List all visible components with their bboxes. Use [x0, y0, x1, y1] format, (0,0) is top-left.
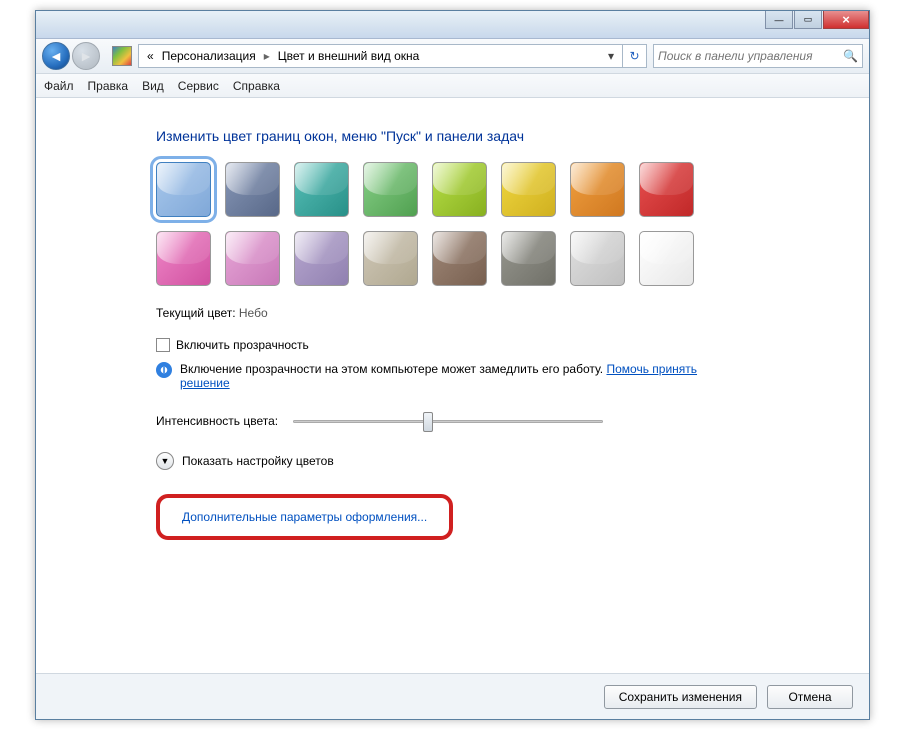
expand-button[interactable]: ▼	[156, 452, 174, 470]
breadcrumb-color[interactable]: Цвет и внешний вид окна	[274, 49, 424, 63]
navbar: ◄ ► « Персонализация ▸ Цвет и внешний ви…	[36, 39, 869, 74]
color-swatch-sea[interactable]	[294, 162, 349, 217]
forward-button[interactable]: ►	[72, 42, 100, 70]
color-swatch-snow[interactable]	[639, 231, 694, 286]
minimize-button[interactable]: —	[765, 11, 793, 29]
search-icon[interactable]: 🔍	[843, 49, 858, 63]
transparency-label: Включить прозрачность	[176, 338, 309, 352]
color-swatch-ruby[interactable]	[639, 162, 694, 217]
menu-tools[interactable]: Сервис	[178, 79, 219, 93]
cancel-button[interactable]: Отмена	[767, 685, 853, 709]
arrow-left-icon: ◄	[49, 48, 63, 64]
explorer-window: — ▭ × ◄ ► « Персонализация ▸ Цвет и внеш…	[35, 10, 870, 720]
menu-help[interactable]: Справка	[233, 79, 280, 93]
close-button[interactable]: ×	[823, 11, 869, 29]
color-swatch-lime[interactable]	[432, 162, 487, 217]
current-color-label: Текущий цвет:	[156, 306, 236, 320]
titlebar: — ▭ ×	[36, 11, 869, 39]
current-color-row: Текущий цвет: Небо	[156, 306, 869, 320]
color-swatch-sun[interactable]	[501, 162, 556, 217]
search-box[interactable]: 🔍	[653, 44, 863, 68]
color-swatch-slate[interactable]	[501, 231, 556, 286]
refresh-icon: ↻	[629, 49, 639, 63]
expand-label: Показать настройку цветов	[182, 454, 334, 468]
content-area: Изменить цвет границ окон, меню "Пуск" и…	[36, 98, 869, 540]
menu-edit[interactable]: Правка	[88, 79, 129, 93]
color-swatch-frost[interactable]	[570, 231, 625, 286]
breadcrumb-personalization[interactable]: Персонализация	[158, 49, 260, 63]
info-icon: i	[156, 362, 172, 378]
footer: Сохранить изменения Отмена	[36, 673, 869, 719]
breadcrumb-dropdown-icon[interactable]: ▾	[604, 49, 618, 63]
intensity-label: Интенсивность цвета:	[156, 414, 278, 428]
transparency-info-row: i Включение прозрачности на этом компьют…	[156, 362, 716, 390]
current-color-value: Небо	[239, 306, 268, 320]
color-swatch-fuchsia[interactable]	[156, 231, 211, 286]
slider-track	[293, 420, 603, 423]
menu-file[interactable]: Файл	[44, 79, 74, 93]
menubar: Файл Правка Вид Сервис Справка	[36, 74, 869, 98]
arrow-right-icon: ►	[79, 48, 93, 64]
transparency-checkbox[interactable]	[156, 338, 170, 352]
color-swatch-pumpkin[interactable]	[570, 162, 625, 217]
back-button[interactable]: ◄	[42, 42, 70, 70]
save-button[interactable]: Сохранить изменения	[604, 685, 757, 709]
slider-thumb[interactable]	[423, 412, 433, 432]
color-swatch-sky[interactable]	[156, 162, 211, 217]
transparency-info-text: Включение прозрачности на этом компьютер…	[180, 362, 603, 376]
page-title: Изменить цвет границ окон, меню "Пуск" и…	[156, 128, 869, 144]
menu-view[interactable]: Вид	[142, 79, 164, 93]
chevron-right-icon: ▸	[264, 49, 270, 63]
color-swatch-twilight[interactable]	[225, 162, 280, 217]
intensity-row: Интенсивность цвета:	[156, 410, 869, 432]
color-swatch-violet[interactable]	[225, 231, 280, 286]
search-input[interactable]	[658, 49, 843, 63]
color-swatch-lavender[interactable]	[294, 231, 349, 286]
advanced-appearance-link[interactable]: Дополнительные параметры оформления...	[182, 510, 427, 524]
color-swatch-chocolate[interactable]	[432, 231, 487, 286]
color-swatch-taupe[interactable]	[363, 231, 418, 286]
intensity-slider[interactable]	[293, 410, 603, 432]
expand-row: ▼ Показать настройку цветов	[156, 452, 869, 470]
color-swatches	[156, 162, 756, 300]
advanced-highlight: Дополнительные параметры оформления...	[156, 494, 453, 540]
refresh-button[interactable]: ↻	[623, 44, 647, 68]
chevron-down-icon: ▼	[161, 456, 170, 466]
color-swatch-leaf[interactable]	[363, 162, 418, 217]
breadcrumb-prefix: «	[143, 49, 158, 63]
control-panel-icon	[112, 46, 132, 66]
transparency-row: Включить прозрачность	[156, 338, 869, 352]
maximize-button[interactable]: ▭	[794, 11, 822, 29]
breadcrumb[interactable]: « Персонализация ▸ Цвет и внешний вид ок…	[138, 44, 623, 68]
